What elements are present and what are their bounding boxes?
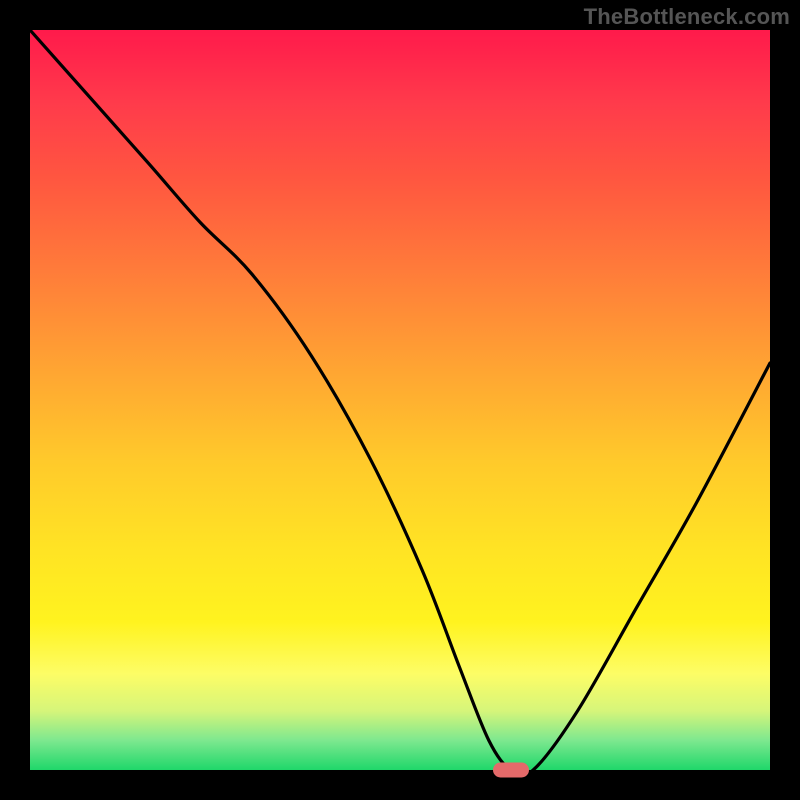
plot-area [30, 30, 770, 770]
optimum-marker [493, 763, 529, 778]
chart-frame: TheBottleneck.com [0, 0, 800, 800]
bottleneck-curve [30, 30, 770, 770]
curve-layer [30, 30, 770, 770]
watermark-text: TheBottleneck.com [584, 4, 790, 30]
